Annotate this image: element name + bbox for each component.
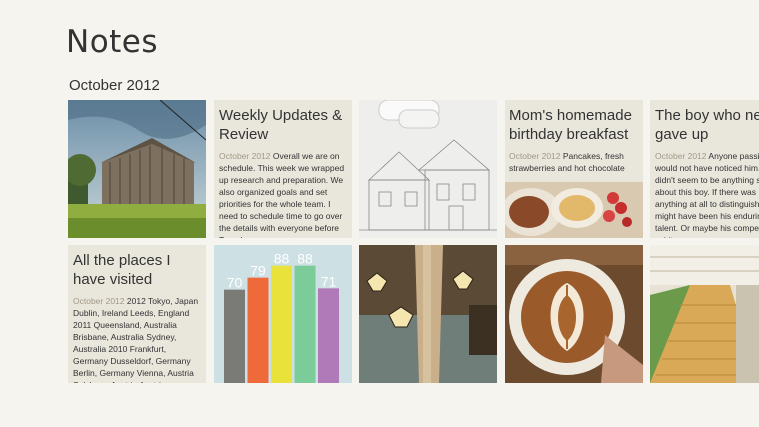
latte-photo xyxy=(505,245,643,383)
note-title: All the places I have visited xyxy=(73,252,171,288)
note-text: 2012 Tokyo, Japan Dublin, Ireland Leeds,… xyxy=(73,296,199,383)
chart-bar xyxy=(224,289,245,383)
group-title[interactable]: October 2012 xyxy=(69,77,160,94)
tile-barn-photo[interactable] xyxy=(68,100,206,238)
tile-stairs-photo[interactable] xyxy=(650,245,759,383)
chart-bar xyxy=(247,277,269,383)
note-date: October 2012 xyxy=(73,296,125,306)
note-tile-weekly-updates[interactable]: Weekly Updates & Review October 2012 Ove… xyxy=(214,100,352,238)
app-title: Notes xyxy=(66,24,159,60)
house-sketch-photo xyxy=(359,100,497,238)
note-date: October 2012 xyxy=(509,151,561,161)
note-body: October 2012 2012 Tokyo, Japan Dublin, I… xyxy=(73,295,200,383)
note-body: October 2012 Anyone passing would not ha… xyxy=(655,150,759,238)
interior-photo xyxy=(359,245,497,383)
tile-interior-photo[interactable] xyxy=(359,245,497,383)
note-tile-birthday-breakfast[interactable]: Mom's homemade birthday breakfast Octobe… xyxy=(505,100,643,238)
stairs-photo xyxy=(650,245,759,383)
barn-photo xyxy=(68,100,206,238)
note-date: October 2012 xyxy=(219,151,271,161)
chart-bar-label: 70 xyxy=(227,275,243,291)
note-tile-places-visited[interactable]: All the places I have visited October 20… xyxy=(68,245,206,383)
note-text: Overall we are on schedule. This week we… xyxy=(219,151,345,238)
note-date: October 2012 xyxy=(655,151,707,161)
tile-bar-chart[interactable]: 70 79 88 88 71 xyxy=(214,245,352,383)
bar-chart: 70 79 88 88 71 xyxy=(224,251,339,383)
tile-blueprint-photo[interactable] xyxy=(359,100,497,238)
chart-bar-label: 88 xyxy=(274,251,290,267)
chart-bar-label: 88 xyxy=(297,251,313,267)
note-text: Anyone passing would not have noticed hi… xyxy=(655,151,759,238)
note-body: October 2012 Pancakes, fresh strawberrie… xyxy=(509,150,637,174)
note-tile-boy-never-gave-up[interactable]: The boy who never gave up October 2012 A… xyxy=(650,100,759,238)
chart-bar xyxy=(271,265,292,383)
breakfast-photo xyxy=(505,182,643,238)
note-title: Mom's homemade birthday breakfast xyxy=(509,107,632,143)
tile-latte-photo[interactable] xyxy=(505,245,643,383)
chart-bar-label: 79 xyxy=(250,263,266,279)
chart-bar xyxy=(294,265,316,383)
note-title: The boy who never gave up xyxy=(655,107,759,143)
chart-bar-label: 71 xyxy=(321,273,337,289)
note-body: October 2012 Overall we are on schedule.… xyxy=(219,150,346,238)
note-title: Weekly Updates & Review xyxy=(219,107,343,143)
chart-bar xyxy=(318,288,339,383)
